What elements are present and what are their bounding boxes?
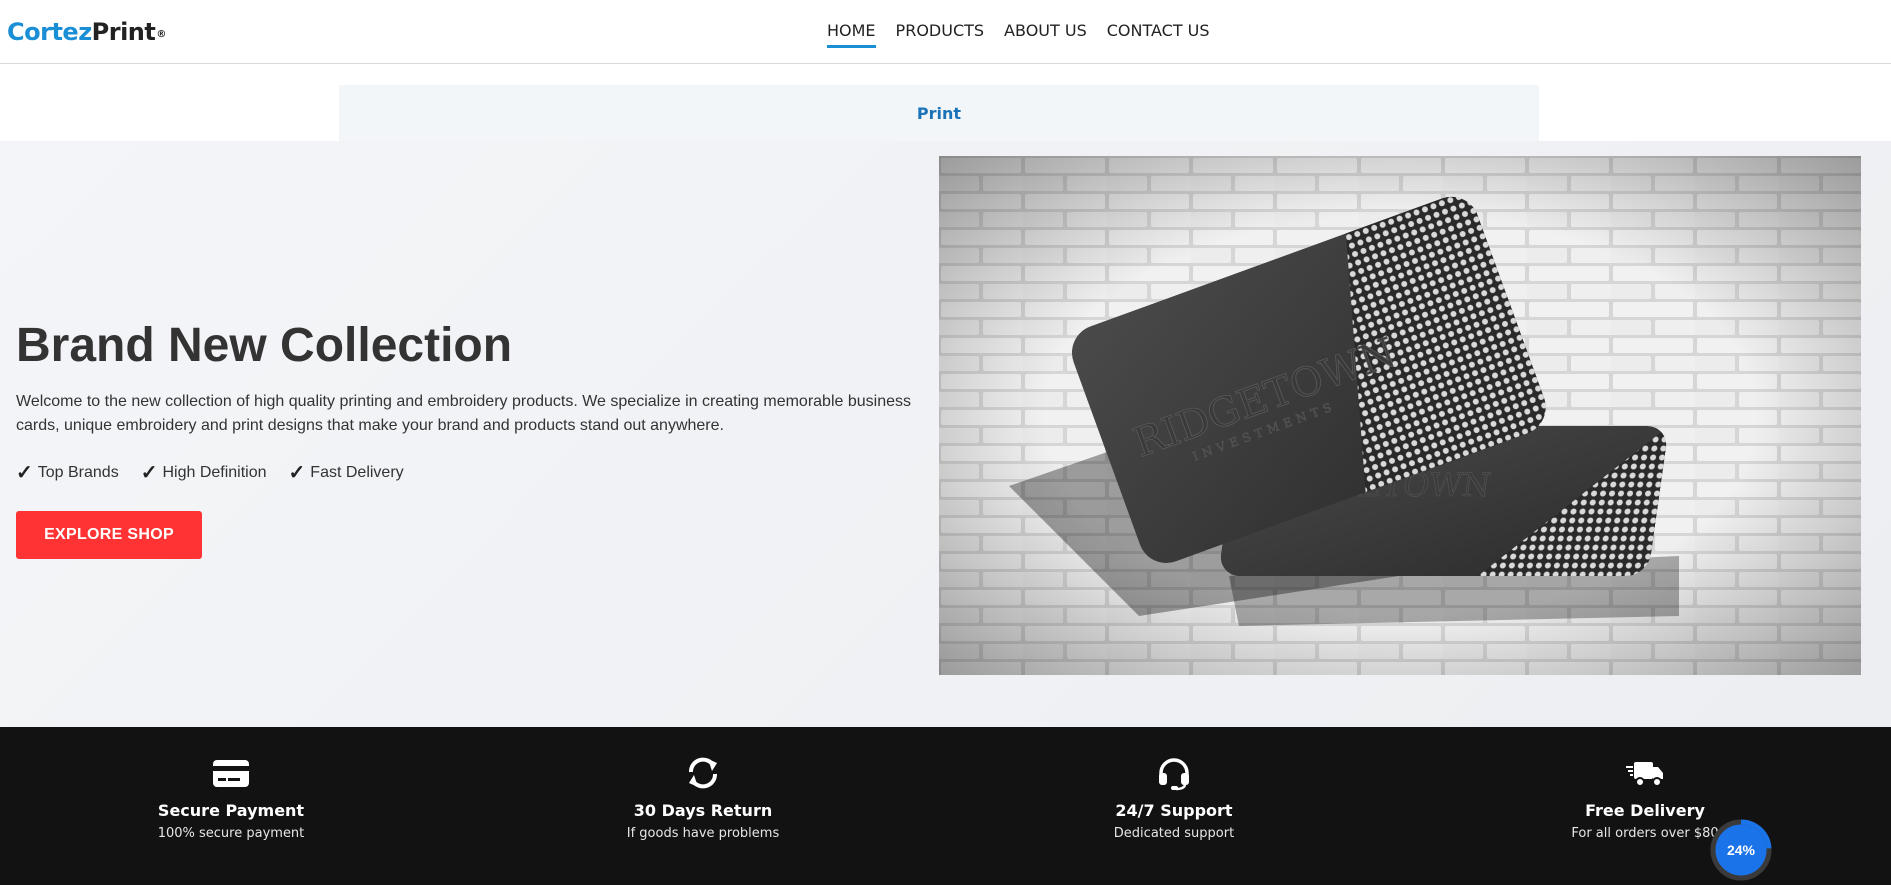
category-bar: Print xyxy=(339,85,1539,141)
hero-features: ✓ Top Brands ✓ High Definition ✓ Fast De… xyxy=(16,463,404,483)
scroll-progress-button[interactable]: 24% xyxy=(1710,819,1772,881)
brand-name-part1: Cortez xyxy=(7,18,92,46)
headset-icon xyxy=(1159,758,1189,791)
service-secure-payment: Secure Payment 100% secure payment xyxy=(81,727,381,843)
feature-label: Top Brands xyxy=(37,464,119,481)
hero-section: Brand New Collection Welcome to the new … xyxy=(0,141,1891,727)
checkmark-icon: ✓ xyxy=(288,462,306,484)
services-bar: Secure Payment 100% secure payment 30 Da… xyxy=(0,727,1891,885)
credit-card-icon xyxy=(213,760,249,787)
feature-fast-delivery: ✓ Fast Delivery xyxy=(289,463,404,483)
service-24-7-support: 24/7 Support Dedicated support xyxy=(1024,727,1324,843)
nav-home[interactable]: HOME xyxy=(827,21,876,48)
nav-about-us[interactable]: ABOUT US xyxy=(1004,21,1087,48)
checkmark-icon: ✓ xyxy=(140,462,158,484)
service-title: Secure Payment xyxy=(157,801,305,820)
brand-logo[interactable]: CortezPrint® xyxy=(7,18,166,46)
service-title: 30 Days Return xyxy=(633,801,773,820)
hero-description: Welcome to the new collection of high qu… xyxy=(16,393,911,434)
feature-top-brands: ✓ Top Brands xyxy=(16,463,119,483)
feature-label: Fast Delivery xyxy=(310,464,404,481)
scroll-progress-label: 24% xyxy=(1726,842,1756,858)
service-30-days-return: 30 Days Return If goods have problems xyxy=(553,727,853,843)
service-subtitle: 100% secure payment xyxy=(157,826,305,841)
brand-name-part2: Print xyxy=(91,18,156,46)
category-print-link[interactable]: Print xyxy=(917,104,961,123)
site-header: CortezPrint® HOME PRODUCTS ABOUT US CONT… xyxy=(0,0,1891,64)
hero-image: RIDGETOWN RIDGETOWN INVESTMENTS xyxy=(939,156,1861,675)
delivery-truck-icon xyxy=(1626,762,1663,787)
service-subtitle: If goods have problems xyxy=(626,826,780,841)
checkmark-icon: ✓ xyxy=(16,462,33,484)
registered-mark: ® xyxy=(156,29,166,40)
explore-shop-button[interactable]: EXPLORE SHOP xyxy=(16,511,202,559)
service-title: Free Delivery xyxy=(1585,801,1705,820)
feature-label: High Definition xyxy=(162,464,267,481)
nav-products[interactable]: PRODUCTS xyxy=(896,21,985,48)
nav-contact-us[interactable]: CONTACT US xyxy=(1107,21,1210,48)
service-title: 24/7 Support xyxy=(1115,801,1233,820)
service-subtitle: Dedicated support xyxy=(1113,826,1235,841)
feature-high-definition: ✓ High Definition xyxy=(141,463,267,483)
main-nav: HOME PRODUCTS ABOUT US CONTACT US xyxy=(827,21,1210,48)
hero-title: Brand New Collection xyxy=(16,319,513,372)
refresh-icon xyxy=(688,757,718,789)
